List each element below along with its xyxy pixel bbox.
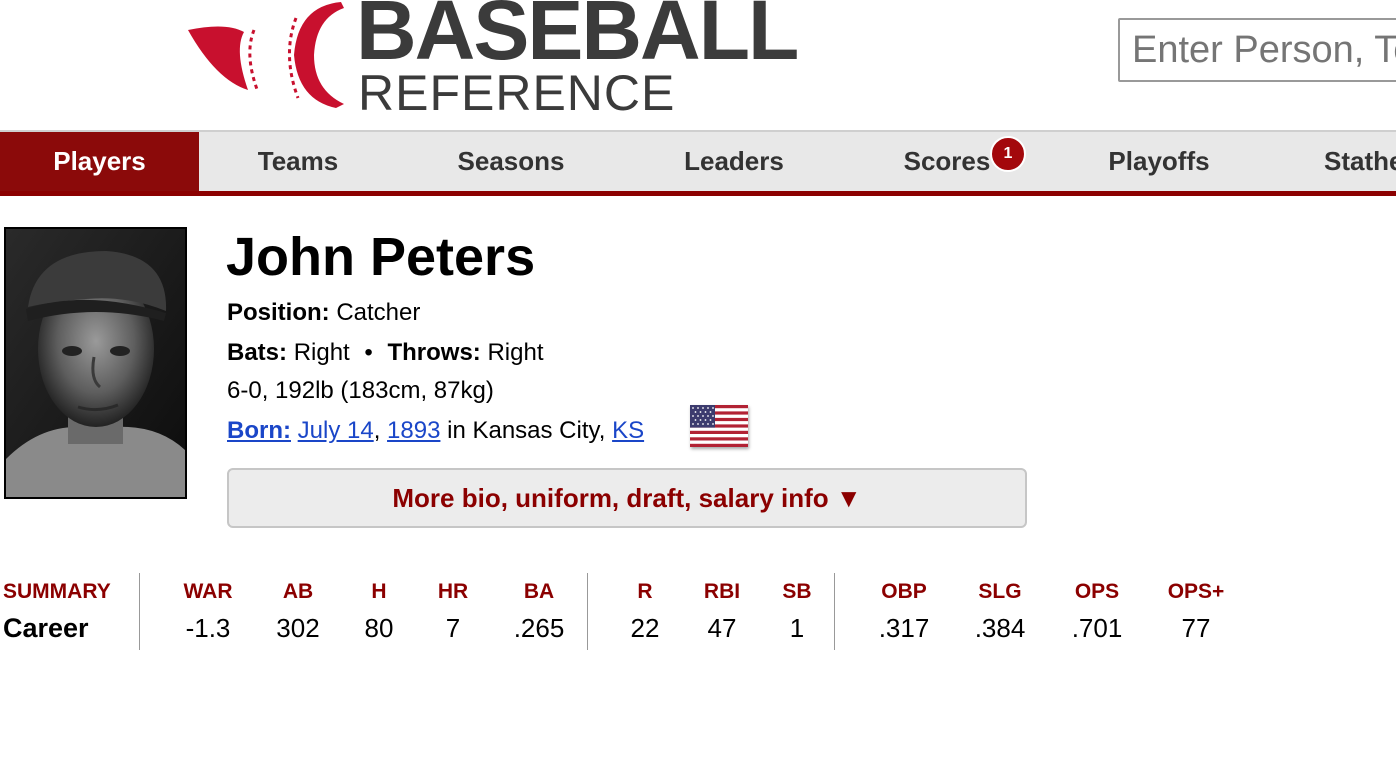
bats-label: Bats: bbox=[227, 339, 288, 366]
nav-item-players[interactable]: Players bbox=[0, 132, 199, 191]
stat-value-ba: .265 bbox=[513, 613, 565, 643]
position-line: Position: Catcher bbox=[227, 298, 420, 328]
born-year-link[interactable]: 1893 bbox=[387, 417, 440, 444]
stat-value-sb: 1 bbox=[789, 613, 805, 643]
stat-value-hr: 7 bbox=[445, 613, 461, 643]
nav-item-stathead[interactable]: Stathead bbox=[1267, 132, 1396, 191]
stat-header-sb: SB bbox=[782, 580, 812, 603]
stat-value-rbi: 47 bbox=[707, 613, 737, 643]
stat-header-ops: OPS bbox=[1074, 580, 1120, 603]
stat-header-ops-plus: OPS+ bbox=[1167, 580, 1225, 603]
born-state-link[interactable]: KS bbox=[612, 417, 644, 444]
stats-divider bbox=[587, 573, 588, 650]
stat-value-ops: .701 bbox=[1071, 613, 1123, 643]
stat-value-obp: .317 bbox=[878, 613, 930, 643]
born-label-link[interactable]: Born: bbox=[227, 417, 291, 444]
us-flag-icon bbox=[690, 405, 748, 447]
born-date-link[interactable]: July 14 bbox=[298, 417, 374, 444]
bats-value: Right bbox=[293, 339, 350, 366]
position-label: Position: bbox=[227, 299, 330, 326]
nav-item-seasons[interactable]: Seasons bbox=[397, 132, 625, 191]
stat-header-ab: AB bbox=[282, 580, 314, 603]
stat-value-r: 22 bbox=[630, 613, 660, 643]
born-comma: , bbox=[373, 417, 381, 444]
nav-item-teams[interactable]: Teams bbox=[199, 132, 397, 191]
stat-header-ba: BA bbox=[523, 580, 555, 603]
player-portrait-image bbox=[6, 229, 185, 497]
main-nav: Players Teams Seasons Leaders Scores 1 P… bbox=[0, 130, 1396, 196]
stat-value-h: 80 bbox=[364, 613, 394, 643]
more-bio-button[interactable]: More bio, uniform, draft, salary info ▼ bbox=[227, 468, 1027, 528]
stat-header-rbi: RBI bbox=[703, 580, 741, 603]
stat-header-r: R bbox=[637, 580, 653, 603]
stat-header-slg: SLG bbox=[978, 580, 1022, 603]
position-value: Catcher bbox=[336, 299, 421, 326]
nav-item-playoffs[interactable]: Playoffs bbox=[1051, 132, 1267, 191]
summary-header: SUMMARY bbox=[3, 580, 111, 603]
baseball-logo-icon bbox=[188, 2, 344, 108]
height-weight-line: 6-0, 192lb (183cm, 87kg) bbox=[227, 377, 494, 404]
separator-dot: • bbox=[364, 339, 373, 366]
site-header: BASEBALL REFERENCE bbox=[0, 0, 1396, 130]
player-name: John Peters bbox=[226, 227, 536, 287]
stats-summary: SUMMARY Career WAR -1.3 AB 302 H 80 HR 7… bbox=[0, 570, 1396, 660]
stat-value-slg: .384 bbox=[974, 613, 1026, 643]
stat-value-ab: 302 bbox=[276, 613, 320, 643]
born-line: Born: July 14, 1893 in Kansas City, KS bbox=[227, 416, 644, 446]
logo-text-baseball: BASEBALL bbox=[356, 0, 799, 77]
career-label: Career bbox=[3, 613, 89, 643]
throws-value: Right bbox=[487, 339, 544, 366]
throws-label: Throws: bbox=[387, 339, 481, 366]
stats-divider bbox=[139, 573, 140, 650]
stat-value-ops-plus: 77 bbox=[1181, 613, 1211, 643]
bats-throws-line: Bats: Right • Throws: Right bbox=[227, 338, 544, 368]
stat-header-obp: OBP bbox=[881, 580, 927, 603]
stats-divider bbox=[834, 573, 835, 650]
stat-value-war: -1.3 bbox=[185, 613, 231, 643]
nav-item-leaders[interactable]: Leaders bbox=[625, 132, 843, 191]
scores-notification-badge: 1 bbox=[990, 136, 1026, 172]
stat-header-h: H bbox=[371, 580, 387, 603]
logo-text-reference: REFERENCE bbox=[358, 65, 676, 121]
stat-header-war: WAR bbox=[183, 580, 233, 603]
player-photo bbox=[4, 227, 187, 499]
stat-header-hr: HR bbox=[437, 580, 469, 603]
site-logo[interactable]: BASEBALL REFERENCE bbox=[186, 0, 799, 118]
born-place: in Kansas City, bbox=[447, 417, 606, 444]
search-input[interactable] bbox=[1118, 18, 1396, 82]
